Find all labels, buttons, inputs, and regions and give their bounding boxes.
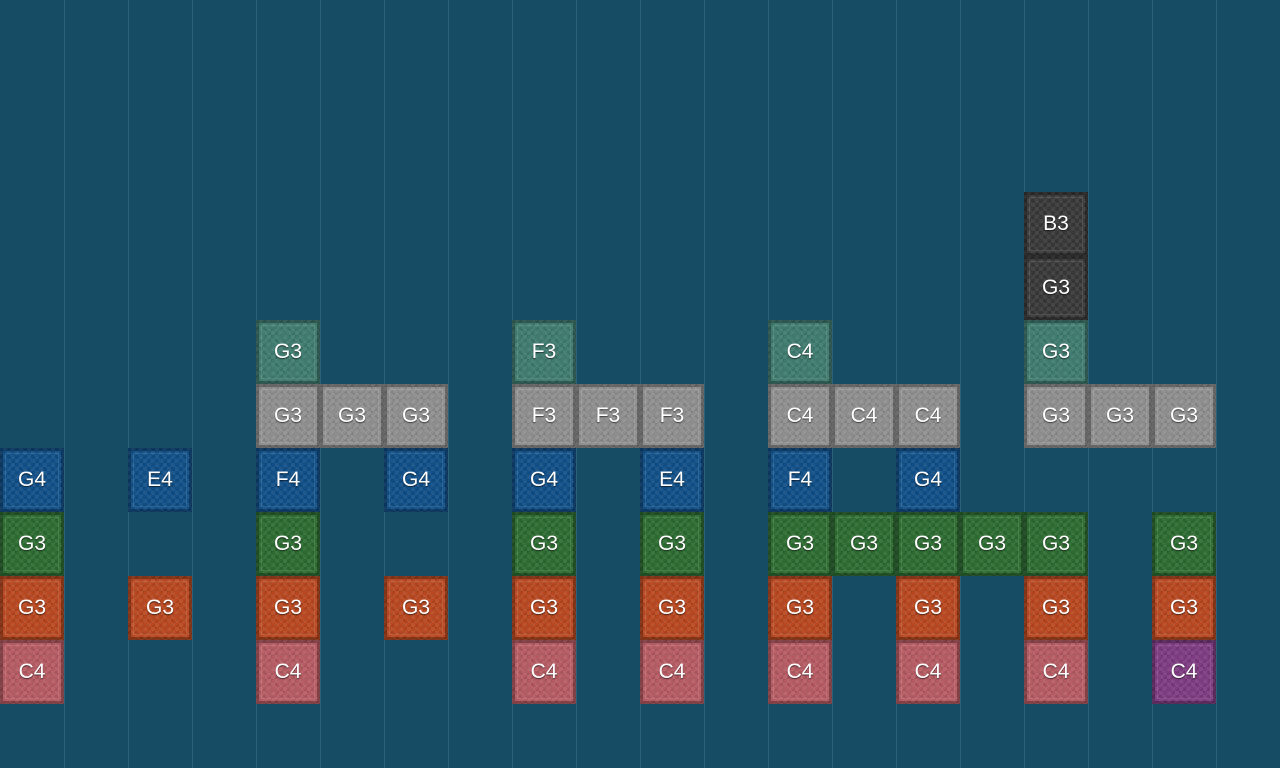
note-block-flute[interactable]: G3: [512, 512, 576, 576]
note-block-bass[interactable]: C4: [896, 640, 960, 704]
note-block-flute[interactable]: G3: [896, 512, 960, 576]
note-block-harp[interactable]: G3: [640, 576, 704, 640]
note-block-bass[interactable]: C4: [1024, 640, 1088, 704]
note-block-flute[interactable]: G3: [640, 512, 704, 576]
note-block-chime[interactable]: C4: [832, 384, 896, 448]
note-block-bass[interactable]: C4: [512, 640, 576, 704]
note-block-guitar[interactable]: C4: [768, 320, 832, 384]
note-block-guitar[interactable]: G3: [256, 320, 320, 384]
column-divider: [960, 0, 961, 768]
note-block-harp[interactable]: G3: [512, 576, 576, 640]
column-divider: [448, 0, 449, 768]
note-block-harp[interactable]: G3: [384, 576, 448, 640]
note-block-chime[interactable]: F3: [512, 384, 576, 448]
note-block-bell[interactable]: G4: [512, 448, 576, 512]
note-block-chime[interactable]: G3: [1088, 384, 1152, 448]
note-block-chime[interactable]: G3: [1024, 384, 1088, 448]
note-block-harp[interactable]: G3: [256, 576, 320, 640]
note-block-flute[interactable]: G3: [960, 512, 1024, 576]
note-block-bell[interactable]: G4: [896, 448, 960, 512]
note-block-flute[interactable]: G3: [1152, 512, 1216, 576]
note-block-bass[interactable]: C4: [0, 640, 64, 704]
note-block-bell[interactable]: G4: [384, 448, 448, 512]
note-block-flute[interactable]: G3: [832, 512, 896, 576]
note-block-chime[interactable]: G3: [384, 384, 448, 448]
note-block-flute[interactable]: G3: [1024, 512, 1088, 576]
note-block-chime[interactable]: C4: [768, 384, 832, 448]
note-block-flute[interactable]: G3: [256, 512, 320, 576]
note-block-bell[interactable]: E4: [640, 448, 704, 512]
note-block-harp[interactable]: G3: [128, 576, 192, 640]
column-divider: [1216, 0, 1217, 768]
note-block-chime[interactable]: C4: [896, 384, 960, 448]
column-divider: [192, 0, 193, 768]
note-block-guitar[interactable]: F3: [512, 320, 576, 384]
note-block-chime[interactable]: F3: [640, 384, 704, 448]
column-divider: [704, 0, 705, 768]
note-block-drum[interactable]: B3: [1024, 192, 1088, 256]
note-block-flute[interactable]: G3: [0, 512, 64, 576]
note-block-bass[interactable]: C4: [768, 640, 832, 704]
note-block-drum[interactable]: G3: [1024, 256, 1088, 320]
note-grid[interactable]: C4 G3 G3 G4 G3 E4 C4 G3 G3 F4 G3 G3 G3 G3 G4 G3 C4 G3 G3 G4…: [0, 0, 1280, 768]
note-block-bass[interactable]: C4: [640, 640, 704, 704]
note-block-special[interactable]: C4: [1152, 640, 1216, 704]
note-block-chime[interactable]: G3: [320, 384, 384, 448]
note-block-chime[interactable]: F3: [576, 384, 640, 448]
note-block-harp[interactable]: G3: [896, 576, 960, 640]
note-block-bass[interactable]: C4: [256, 640, 320, 704]
note-block-chime[interactable]: G3: [1152, 384, 1216, 448]
note-block-flute[interactable]: G3: [768, 512, 832, 576]
note-block-bell[interactable]: F4: [256, 448, 320, 512]
column-divider: [128, 0, 129, 768]
note-block-harp[interactable]: G3: [768, 576, 832, 640]
column-divider: [64, 0, 65, 768]
note-block-harp[interactable]: G3: [0, 576, 64, 640]
note-block-bell[interactable]: G4: [0, 448, 64, 512]
note-block-bell[interactable]: F4: [768, 448, 832, 512]
note-block-guitar[interactable]: G3: [1024, 320, 1088, 384]
note-block-harp[interactable]: G3: [1152, 576, 1216, 640]
note-block-chime[interactable]: G3: [256, 384, 320, 448]
note-block-bell[interactable]: E4: [128, 448, 192, 512]
note-block-harp[interactable]: G3: [1024, 576, 1088, 640]
